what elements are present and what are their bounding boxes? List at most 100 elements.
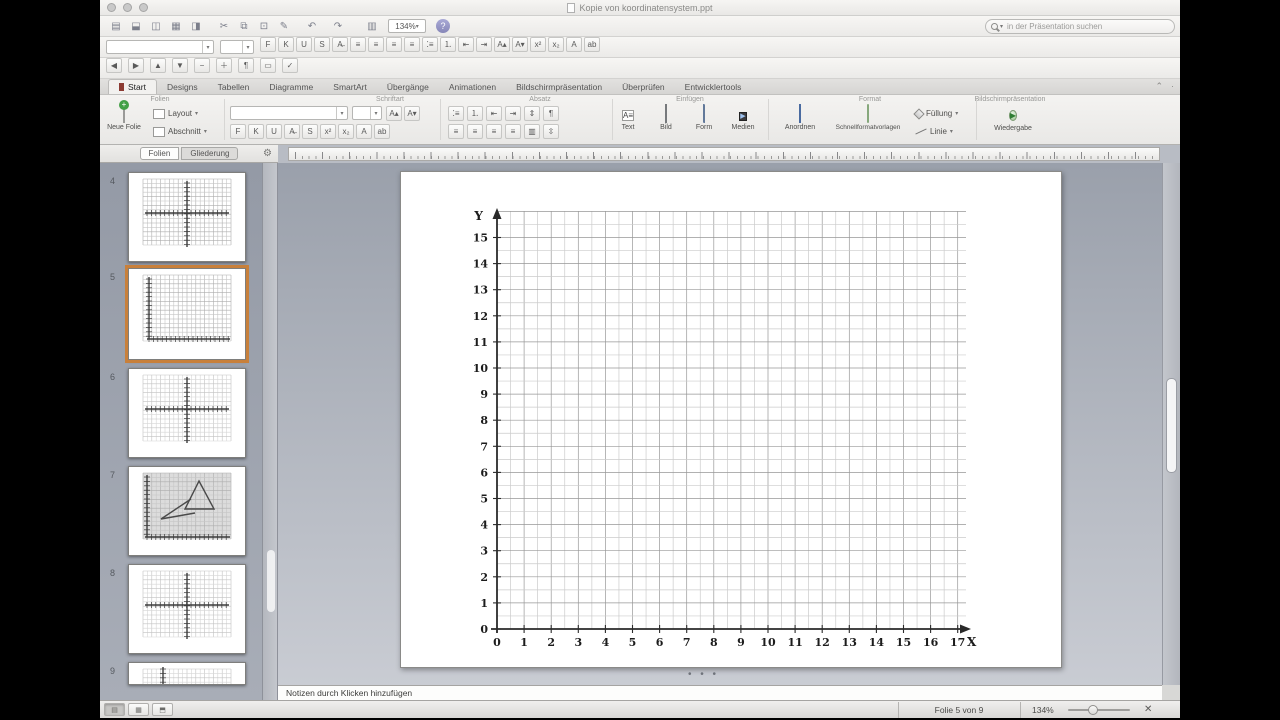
ribbon-tab-überprüfen[interactable]: Überprüfen xyxy=(612,79,675,94)
fill-button[interactable]: Füllung▾ xyxy=(912,106,961,121)
grow-font-button[interactable]: A▴ xyxy=(386,106,402,121)
highlight-button[interactable]: ab xyxy=(584,37,600,52)
format-painter-icon[interactable]: ✎ xyxy=(276,19,292,34)
ribbon-font-size-combo[interactable]: ▾ xyxy=(352,106,382,120)
underline-button[interactable]: U xyxy=(296,37,312,52)
bullets-button[interactable]: ⁚≡ xyxy=(422,37,438,52)
indent-increase-button[interactable]: ⇥ xyxy=(476,37,492,52)
italic-button[interactable]: K xyxy=(278,37,294,52)
move-up-button[interactable]: ▲ xyxy=(150,58,166,73)
slide-thumbnail-4[interactable] xyxy=(128,172,246,262)
align-right-button[interactable]: ≡ xyxy=(486,124,502,139)
sidebar-scrollbar-thumb[interactable] xyxy=(267,550,275,612)
horizontal-ruler[interactable] xyxy=(288,147,1160,161)
zoom-slider[interactable] xyxy=(1068,709,1130,711)
toolbar-zoom-box[interactable]: 134%▾ xyxy=(388,19,426,33)
bullets-button[interactable]: ⁚≡ xyxy=(448,106,464,121)
align-right-button[interactable]: ≡ xyxy=(386,37,402,52)
insert-text-button[interactable]: A≡Text xyxy=(610,105,646,143)
slide-sorter-view-button[interactable]: ▦ xyxy=(128,703,149,716)
font-size-combo[interactable]: ▾ xyxy=(220,40,254,54)
grow-font-button[interactable]: A▴ xyxy=(494,37,510,52)
new-presentation-icon[interactable]: ▤ xyxy=(108,19,124,34)
ribbon-tab-bildschirmpräsentation[interactable]: Bildschirmpräsentation xyxy=(506,79,612,94)
demote-button[interactable]: ▶ xyxy=(128,58,144,73)
bold-button[interactable]: F xyxy=(260,37,276,52)
layout-button[interactable]: Layout▾ xyxy=(150,106,201,121)
strikethrough-button[interactable]: A̶ xyxy=(332,37,348,52)
indent-increase-button[interactable]: ⇥ xyxy=(505,106,521,121)
quick-styles-button[interactable]: Schnellformatvorlagen xyxy=(826,105,910,143)
collapse-button[interactable]: − xyxy=(194,58,210,73)
indent-decrease-button[interactable]: ⇤ xyxy=(486,106,502,121)
expand-button[interactable]: ＋ xyxy=(216,58,232,73)
ribbon-tab-übergänge[interactable]: Übergänge xyxy=(377,79,439,94)
formatting-palette-icon[interactable]: ▥ xyxy=(364,19,380,34)
ribbon-tab-start[interactable]: Start xyxy=(108,79,157,94)
font-color-button[interactable]: A xyxy=(356,124,372,139)
section-button[interactable]: Abschnitt▾ xyxy=(150,124,210,139)
slide-thumbnail-5[interactable] xyxy=(128,268,246,360)
tab-gliederung[interactable]: Gliederung xyxy=(181,147,238,160)
font-family-combo[interactable]: ▾ xyxy=(106,40,214,54)
show-formatting-button[interactable]: ¶ xyxy=(238,58,254,73)
slide-thumbnail-8[interactable] xyxy=(128,564,246,654)
line-button[interactable]: Linie▾ xyxy=(912,124,956,139)
justify-button[interactable]: ≡ xyxy=(404,37,420,52)
move-down-button[interactable]: ▼ xyxy=(172,58,188,73)
ribbon-tab-smartart[interactable]: SmartArt xyxy=(323,79,377,94)
slide-thumbnail-9[interactable] xyxy=(128,662,246,685)
normal-view-button[interactable]: ▤ xyxy=(104,703,125,716)
align-left-button[interactable]: ≡ xyxy=(350,37,366,52)
underline-button[interactable]: U xyxy=(266,124,282,139)
insert-shape-button[interactable]: Form xyxy=(686,105,722,143)
ribbon-font-family-combo[interactable]: ▾ xyxy=(230,106,348,120)
save-icon[interactable]: ◫ xyxy=(148,19,164,34)
shadow-button[interactable]: S xyxy=(314,37,330,52)
ribbon-tab-designs[interactable]: Designs xyxy=(157,79,208,94)
justify-button[interactable]: ≡ xyxy=(505,124,521,139)
print-icon[interactable]: ▦ xyxy=(168,19,184,34)
subscript-button[interactable]: x₂ xyxy=(548,37,564,52)
numbering-button[interactable]: ⒈ xyxy=(440,37,456,52)
promote-button[interactable]: ◀ xyxy=(106,58,122,73)
tab-folien[interactable]: Folien xyxy=(140,147,180,160)
highlight-color-button[interactable]: ab xyxy=(374,124,390,139)
shrink-font-button[interactable]: A▾ xyxy=(404,106,420,121)
notes-splitter-handle[interactable]: • • • xyxy=(688,669,719,680)
zoom-slider-knob[interactable] xyxy=(1088,705,1098,715)
paste-icon[interactable]: ⊡ xyxy=(256,19,272,34)
ribbon-tab-animationen[interactable]: Animationen xyxy=(439,79,506,94)
ribbon-tab-entwicklertools[interactable]: Entwicklertools xyxy=(675,79,752,94)
slide-thumbnail-7[interactable] xyxy=(128,466,246,556)
print-preview-icon[interactable]: ◨ xyxy=(188,19,204,34)
strikethrough-button[interactable]: A̶ xyxy=(284,124,300,139)
ribbon-options-icon[interactable]: · xyxy=(1171,81,1174,92)
search-input[interactable]: ▾ in der Präsentation suchen xyxy=(985,19,1175,34)
numbering-button[interactable]: ⒈ xyxy=(467,106,483,121)
copy-icon[interactable]: ⧉ xyxy=(236,19,252,34)
columns-button[interactable]: ▥ xyxy=(524,124,540,139)
panel-splitter[interactable] xyxy=(262,163,278,700)
spelling-button[interactable]: ✓ xyxy=(282,58,298,73)
insert-picture-button[interactable]: Bild xyxy=(648,105,684,143)
ruler-toggle-button[interactable]: ▭ xyxy=(260,58,276,73)
gear-icon[interactable]: ⚙ xyxy=(263,148,272,159)
help-icon[interactable]: ? xyxy=(436,19,450,33)
indent-decrease-button[interactable]: ⇤ xyxy=(458,37,474,52)
ribbon-tab-diagramme[interactable]: Diagramme xyxy=(259,79,323,94)
shadow-button[interactable]: S xyxy=(302,124,318,139)
ribbon-tab-tabellen[interactable]: Tabellen xyxy=(208,79,260,94)
align-left-button[interactable]: ≡ xyxy=(448,124,464,139)
insert-media-button[interactable]: ▶Medien xyxy=(724,105,762,143)
vertical-scrollbar[interactable] xyxy=(1162,163,1180,685)
undo-icon[interactable]: ↶ xyxy=(304,19,320,34)
superscript-button[interactable]: x² xyxy=(320,124,336,139)
superscript-button[interactable]: x² xyxy=(530,37,546,52)
font-color-button[interactable]: A xyxy=(566,37,582,52)
fit-slide-to-window-icon[interactable]: ✕ xyxy=(1144,704,1152,715)
new-slide-button[interactable]: Neue Folie xyxy=(104,105,144,143)
italic-button[interactable]: K xyxy=(248,124,264,139)
notes-bar[interactable]: Notizen durch Klicken hinzufügen xyxy=(278,685,1162,700)
shrink-font-button[interactable]: A▾ xyxy=(512,37,528,52)
